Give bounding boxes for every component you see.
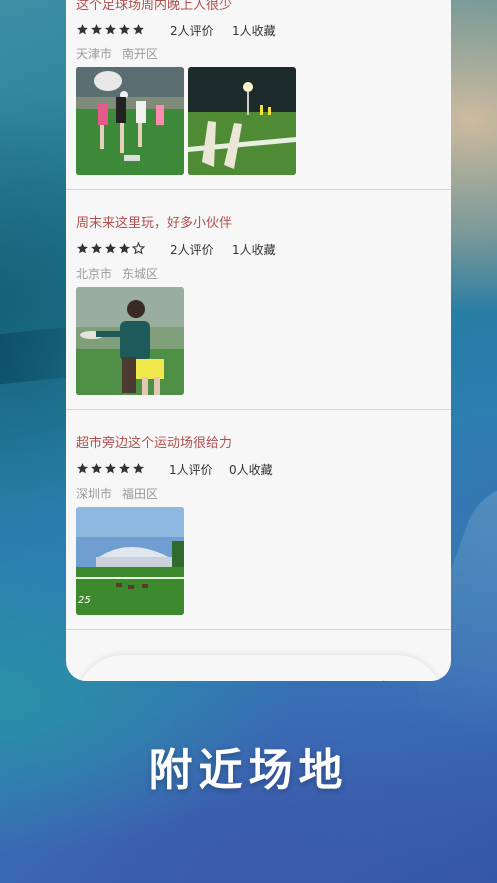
location: 北京市 东城区 — [76, 265, 158, 282]
star-filled-icon — [91, 24, 102, 35]
soccer-players-image — [76, 67, 184, 175]
location-city: 北京市 — [76, 267, 113, 281]
favorite-count: 1人收藏 — [232, 24, 276, 38]
promo-caption: 附近场地 — [148, 745, 349, 796]
star-filled-icon — [133, 24, 144, 35]
venue-photo[interactable] — [188, 67, 296, 175]
location-city: 天津市 — [76, 47, 113, 61]
location-district: 南开区 — [122, 47, 159, 61]
favorite-count: 1人收藏 — [232, 243, 276, 257]
star-filled-icon — [119, 24, 130, 35]
rating-stars — [76, 462, 145, 476]
venue-photo[interactable]: 25 — [76, 507, 184, 615]
venue-list-item[interactable]: 周末来这里玩，好多小伙伴 2人评价 1人收藏 北京市 东城区 — [66, 190, 451, 410]
location: 天津市 南开区 — [76, 45, 158, 62]
star-filled-icon — [77, 24, 88, 35]
venue-list-item[interactable]: 超市旁边这个运动场很给力 1人评价 0人收藏 深圳市 福田区 25 — [66, 410, 451, 630]
bottom-tab-bar: 活动 场地 记忆 — [76, 655, 444, 681]
star-filled-icon — [133, 463, 144, 474]
star-filled-icon — [77, 463, 88, 474]
rating-stars — [76, 23, 145, 37]
star-filled-icon — [91, 243, 102, 254]
venue-list-item[interactable]: 这个足球场周内晚上人很少 2人评价 1人收藏 天津市 南开区 — [66, 0, 451, 190]
star-filled-icon — [77, 243, 88, 254]
location-district: 福田区 — [122, 487, 159, 501]
star-filled-icon — [119, 243, 130, 254]
rating-count: 1人评价 — [169, 463, 213, 477]
location-district: 东城区 — [122, 267, 159, 281]
favorite-count: 0人收藏 — [229, 463, 273, 477]
star-filled-icon — [119, 463, 130, 474]
tab-activities[interactable]: 活动 — [138, 677, 164, 681]
star-filled-icon — [105, 463, 116, 474]
venue-photo[interactable] — [76, 287, 184, 395]
star-filled-icon — [105, 24, 116, 35]
tab-venues[interactable]: 场地 — [254, 677, 280, 681]
star-empty-icon — [132, 242, 145, 255]
rating-stars — [76, 242, 145, 256]
frisbee-player-image — [76, 287, 184, 395]
location-city: 深圳市 — [76, 487, 113, 501]
rating-count: 2人评价 — [170, 24, 214, 38]
venue-title: 超市旁边这个运动场很给力 — [76, 436, 233, 451]
venue-photo[interactable] — [76, 67, 184, 175]
tab-memories[interactable]: 记忆 — [368, 677, 394, 681]
phone-screen: 这个足球场周内晚上人很少 2人评价 1人收藏 天津市 南开区 周末来这里玩，好多… — [66, 0, 451, 681]
venue-title: 这个足球场周内晚上人很少 — [76, 0, 233, 13]
photo-overlay-text: 25 — [78, 595, 91, 606]
night-field-image — [188, 67, 296, 175]
stadium-lawn-image — [76, 507, 184, 615]
star-filled-icon — [105, 243, 116, 254]
star-filled-icon — [91, 463, 102, 474]
location: 深圳市 福田区 — [76, 485, 158, 502]
rating-count: 2人评价 — [170, 243, 214, 257]
venue-title: 周末来这里玩，好多小伙伴 — [76, 216, 233, 231]
